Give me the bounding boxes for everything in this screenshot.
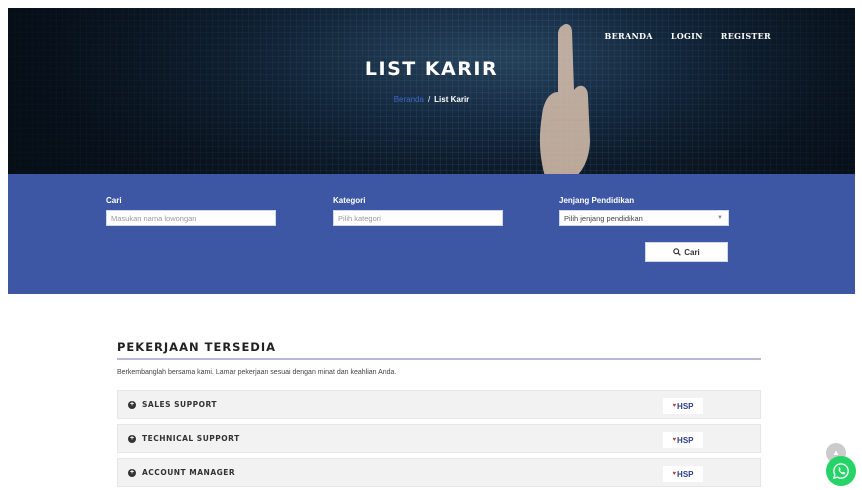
job-title: SALES SUPPORT (142, 400, 218, 409)
chevron-down-icon: ▼ (717, 215, 723, 221)
cari-label: Cari (106, 196, 122, 205)
cari-field-group: Cari Masukan nama lowongan (106, 196, 276, 226)
kategori-field-group: Kategori Pilih kategori (333, 196, 503, 226)
search-panel: Cari Masukan nama lowongan Kategori Pili… (8, 174, 855, 294)
whatsapp-icon (832, 463, 849, 480)
job-title: TECHNICAL SUPPORT (142, 434, 240, 443)
job-title: ACCOUNT MANAGER (142, 468, 236, 477)
jenjang-select-value: Pilih jenjang pendidikan (564, 214, 643, 223)
job-item-sales-support[interactable]: + SALES SUPPORT ♥ HSP (117, 390, 761, 419)
jenjang-select[interactable]: Pilih jenjang pendidikan ▼ (559, 210, 729, 226)
plus-circle-icon: + (128, 434, 136, 443)
top-nav: BERANDA LOGIN REGISTER (605, 31, 771, 41)
job-item-technical-support[interactable]: + TECHNICAL SUPPORT ♥ HSP (117, 424, 761, 453)
job-item-account-manager[interactable]: + ACCOUNT MANAGER ♥ HSP (117, 458, 761, 487)
hero-banner: BERANDA LOGIN REGISTER LIST KARIR Berand… (8, 8, 855, 174)
logo-mark-icon: ♥ (672, 437, 677, 443)
breadcrumb-current: List Karir (434, 95, 470, 104)
company-logo: ♥ HSP (663, 466, 703, 482)
cari-button-label: Cari (684, 247, 700, 257)
jobs-section-title: PEKERJAAN TERSEDIA (117, 340, 277, 354)
section-divider (117, 358, 761, 360)
plus-circle-icon: + (128, 468, 136, 477)
breadcrumb-separator: / (427, 95, 431, 104)
page-title: LIST KARIR (364, 58, 499, 80)
nav-register[interactable]: REGISTER (721, 31, 771, 41)
breadcrumb: Beranda / List Karir (8, 95, 855, 104)
logo-mark-icon: ♥ (672, 471, 677, 477)
company-logo: ♥ HSP (663, 432, 703, 448)
nav-login[interactable]: LOGIN (671, 31, 703, 41)
nav-beranda[interactable]: BERANDA (605, 31, 653, 41)
plus-circle-icon: + (128, 400, 136, 409)
cari-input[interactable]: Masukan nama lowongan (106, 210, 276, 226)
magnifier-icon (673, 248, 682, 256)
jenjang-label: Jenjang Pendidikan (559, 196, 635, 205)
cari-button[interactable]: Cari (645, 242, 728, 262)
kategori-input[interactable]: Pilih kategori (333, 210, 503, 226)
jenjang-field-group: Jenjang Pendidikan Pilih jenjang pendidi… (559, 196, 729, 226)
whatsapp-button[interactable] (826, 456, 856, 486)
jobs-description: Berkembanglah bersama kami. Lamar pekerj… (117, 369, 397, 376)
logo-mark-icon: ♥ (672, 403, 677, 409)
kategori-label: Kategori (333, 196, 366, 205)
breadcrumb-home-link[interactable]: Beranda (394, 95, 424, 104)
company-logo: ♥ HSP (663, 398, 703, 414)
